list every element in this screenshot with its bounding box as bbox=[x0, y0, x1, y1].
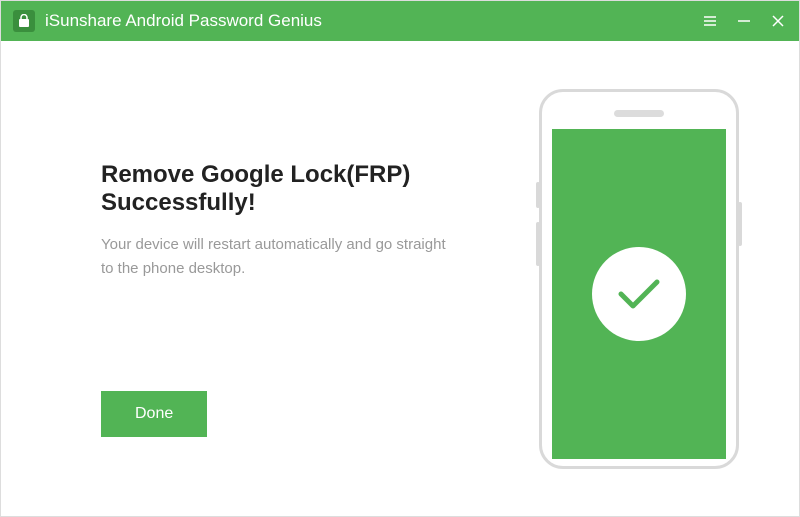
close-icon[interactable] bbox=[769, 12, 787, 30]
app-logo-icon bbox=[13, 10, 35, 32]
success-heading: Remove Google Lock(FRP) Successfully! bbox=[101, 161, 479, 217]
window-controls bbox=[701, 12, 787, 30]
phone-side-button bbox=[738, 202, 742, 246]
message-panel: Remove Google Lock(FRP) Successfully! Yo… bbox=[1, 41, 519, 516]
checkmark-circle-icon bbox=[592, 247, 686, 341]
phone-side-button bbox=[536, 182, 540, 208]
illustration-panel bbox=[519, 41, 799, 516]
phone-screen bbox=[552, 129, 726, 459]
phone-speaker bbox=[614, 110, 664, 117]
app-title: iSunshare Android Password Genius bbox=[45, 11, 701, 31]
done-button[interactable]: Done bbox=[101, 391, 207, 437]
menu-icon[interactable] bbox=[701, 12, 719, 30]
phone-side-button bbox=[536, 222, 540, 266]
minimize-icon[interactable] bbox=[735, 12, 753, 30]
content-area: Remove Google Lock(FRP) Successfully! Yo… bbox=[1, 41, 799, 516]
success-subtext: Your device will restart automatically a… bbox=[101, 233, 461, 281]
titlebar: iSunshare Android Password Genius bbox=[1, 1, 799, 41]
phone-illustration bbox=[539, 89, 739, 469]
